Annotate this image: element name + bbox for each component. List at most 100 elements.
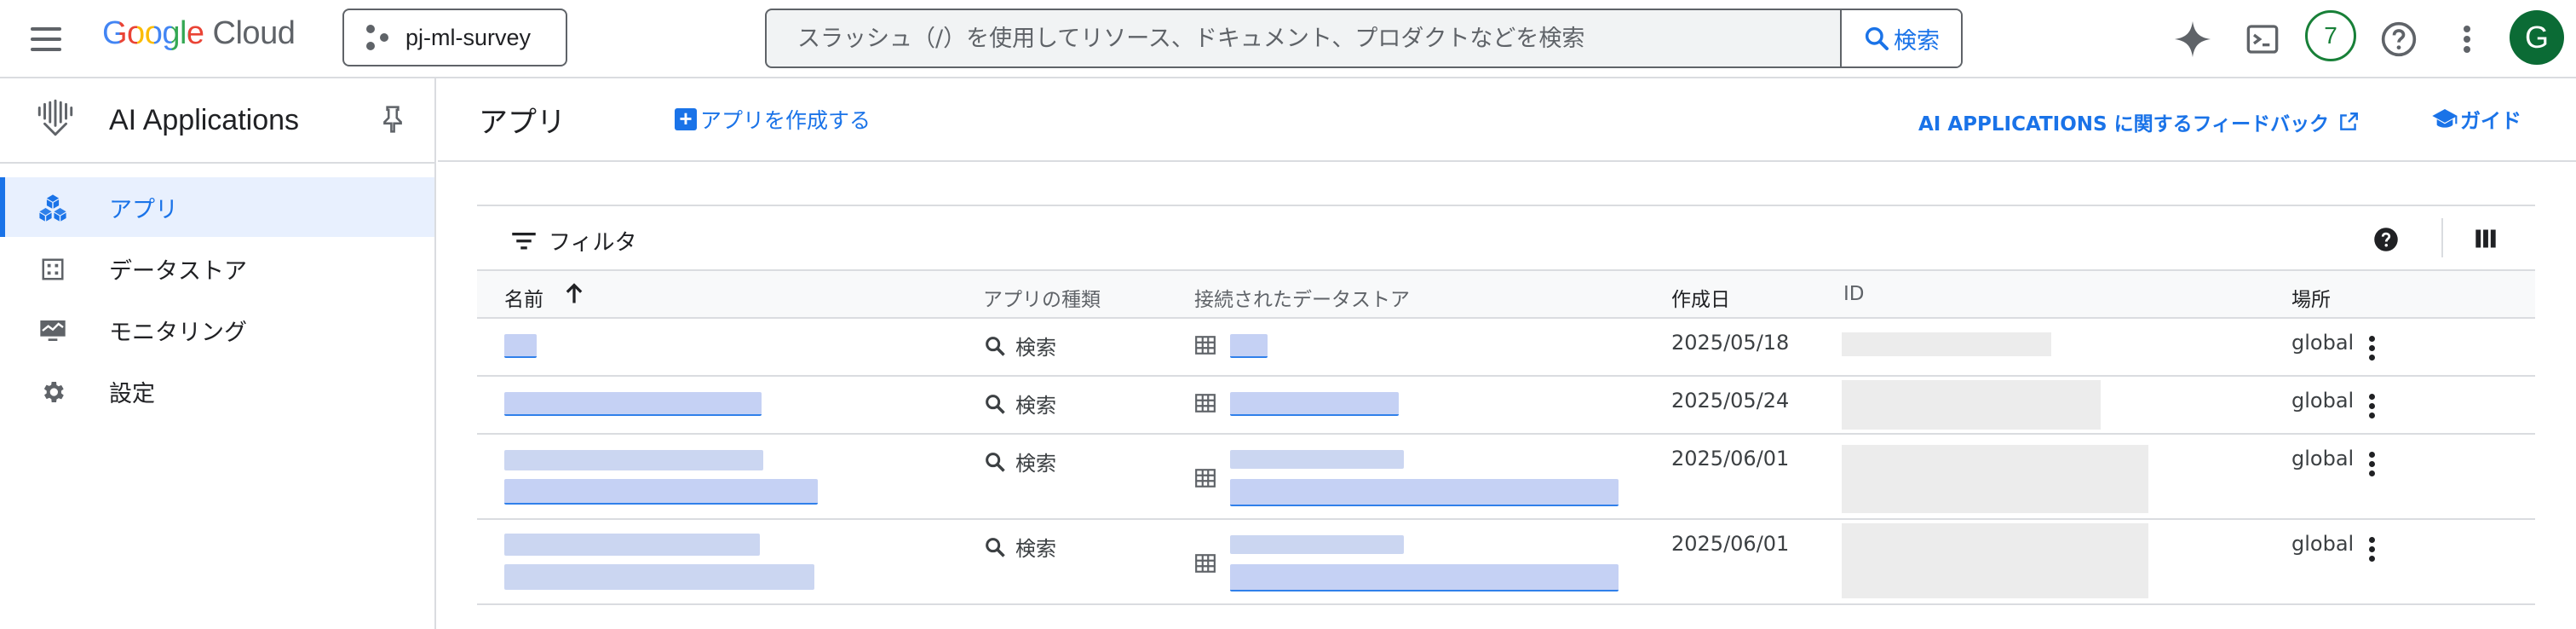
app-name-link[interactable]	[504, 534, 760, 556]
filter-button[interactable]: フィルタ	[511, 225, 636, 257]
search-input[interactable]	[767, 10, 1840, 66]
column-header-type: アプリの種類	[983, 289, 1101, 311]
divider	[438, 160, 2576, 162]
search-icon	[986, 394, 1005, 414]
column-header-location: 場所	[2291, 289, 2331, 311]
column-header-datastore: 接続されたデータストア	[1194, 289, 1410, 311]
gemini-sparkle-icon[interactable]	[2169, 15, 2217, 63]
column-header-name[interactable]: 名前	[504, 283, 543, 312]
datastore-link-continued[interactable]	[1230, 479, 1619, 506]
project-selector-button[interactable]: pj-ml-survey	[342, 9, 567, 66]
sidebar-item-label: データストア	[109, 257, 247, 285]
created-date: 2025/06/01	[1671, 447, 1790, 470]
feedback-link[interactable]: AI APPLICATIONS に関するフィードバック	[1918, 107, 2360, 136]
row-actions-menu-icon[interactable]	[2355, 447, 2389, 481]
filter-icon	[512, 232, 536, 249]
sidebar-item-settings[interactable]: 設定	[0, 361, 434, 421]
row-actions-menu-icon[interactable]	[2355, 331, 2389, 365]
app-type-label: 検索	[1015, 452, 1056, 476]
column-header-created[interactable]: 作成日	[1671, 283, 1730, 312]
created-date: 2025/05/24	[1671, 389, 1790, 413]
app-id	[1842, 445, 2148, 513]
app-name-link-continued[interactable]	[504, 479, 818, 505]
notifications-badge[interactable]: 7	[2305, 10, 2356, 61]
google-cloud-logo[interactable]: Google Cloud	[102, 15, 296, 58]
row-actions-menu-icon[interactable]	[2355, 532, 2389, 566]
app-name-link[interactable]	[504, 392, 762, 416]
guide-link-label: ガイド	[2460, 109, 2521, 133]
ai-applications-logo-icon	[37, 99, 73, 136]
open-in-new-icon	[2340, 113, 2359, 130]
app-type-label: 検索	[1015, 336, 1056, 360]
main-menu-icon[interactable]	[27, 22, 65, 55]
column-header-id: ID	[1843, 283, 1865, 305]
datastore-icon	[37, 254, 68, 285]
search-icon	[986, 537, 1005, 557]
created-date: 2025/06/01	[1671, 532, 1790, 556]
table-toolbar: フィルタ	[477, 206, 2535, 271]
sidebar-item-label: モニタリング	[109, 319, 247, 346]
app-type-label: 検索	[1015, 537, 1056, 561]
table-grid-icon	[1195, 554, 1216, 573]
account-avatar[interactable]: G	[2510, 10, 2564, 65]
search-icon	[986, 336, 1005, 356]
help-icon[interactable]	[2375, 15, 2423, 63]
filter-label: フィルタ	[549, 230, 637, 256]
create-app-button[interactable]: + アプリを作成する	[675, 104, 871, 135]
table-grid-icon	[1195, 469, 1216, 488]
location: global	[2291, 331, 2355, 355]
monitoring-icon	[37, 315, 68, 346]
logo-google-text: Google	[102, 15, 204, 51]
datastore-link-continued[interactable]	[1230, 564, 1619, 591]
arrow-up-icon[interactable]	[562, 281, 586, 307]
search-bar: 検索	[765, 9, 1963, 68]
sidebar-item-apps[interactable]: アプリ	[0, 177, 434, 237]
sidebar-item-datastores[interactable]: データストア	[0, 239, 434, 298]
datastore-link[interactable]	[1230, 535, 1404, 554]
top-bar: Google Cloud pj-ml-survey 検索 7 G	[0, 0, 2576, 78]
table-row: 検索 2025/06/01 global	[477, 520, 2535, 605]
apps-cube-icon	[37, 193, 68, 223]
sidebar-item-monitoring[interactable]: モニタリング	[0, 300, 434, 360]
project-name: pj-ml-survey	[405, 24, 532, 50]
create-app-label: アプリを作成する	[700, 108, 871, 133]
guide-link[interactable]: ガイド	[2431, 104, 2521, 134]
search-icon	[1865, 26, 1889, 50]
pin-icon[interactable]	[382, 106, 404, 133]
main-content: アプリ + アプリを作成する AI APPLICATIONS に関するフィードバ…	[438, 78, 2576, 629]
apps-table: フィルタ 名前 アプリの種類 接続されたデータストア 作成日 ID 場所 検索 …	[477, 205, 2535, 629]
datastore-link[interactable]	[1230, 450, 1404, 469]
search-icon	[986, 452, 1005, 472]
add-box-icon: +	[675, 107, 697, 130]
column-display-icon[interactable]	[2474, 227, 2498, 251]
app-id	[1842, 523, 2148, 598]
table-row: 検索 2025/06/01 global	[477, 435, 2535, 520]
product-title: AI Applications	[109, 104, 300, 136]
more-options-icon[interactable]	[2443, 15, 2491, 63]
cloud-shell-icon[interactable]	[2239, 15, 2286, 63]
datastore-link[interactable]	[1230, 392, 1399, 416]
table-row: 検索 2025/05/18 global	[477, 319, 2535, 377]
search-button[interactable]: 検索	[1840, 10, 1961, 66]
sidebar-item-label: 設定	[109, 380, 155, 407]
sidebar-item-label: アプリ	[109, 196, 178, 223]
project-icon	[366, 25, 390, 50]
app-type: 検索	[983, 532, 1056, 562]
app-name-link[interactable]	[504, 334, 537, 358]
app-name-link-continued[interactable]	[504, 564, 814, 590]
datastore-link[interactable]	[1230, 334, 1268, 358]
location: global	[2291, 447, 2355, 470]
column-help-icon[interactable]	[2373, 227, 2399, 252]
location: global	[2291, 532, 2355, 556]
sidebar-nav: アプリ データストア モニタリング 設定	[0, 177, 434, 423]
sidebar: AI Applications アプリ データストア モニタリング 設定	[0, 78, 436, 629]
app-name-link[interactable]	[504, 450, 763, 470]
table-grid-icon	[1195, 394, 1216, 413]
table-row: 検索 2025/05/24 global	[477, 377, 2535, 435]
search-button-label: 検索	[1894, 27, 1940, 55]
feedback-link-label: AI APPLICATIONS に関するフィードバック	[1918, 113, 2330, 136]
row-actions-menu-icon[interactable]	[2355, 389, 2389, 423]
created-date: 2025/05/18	[1671, 331, 1790, 355]
toolbar-divider	[2441, 218, 2443, 257]
app-type: 検索	[983, 447, 1056, 476]
